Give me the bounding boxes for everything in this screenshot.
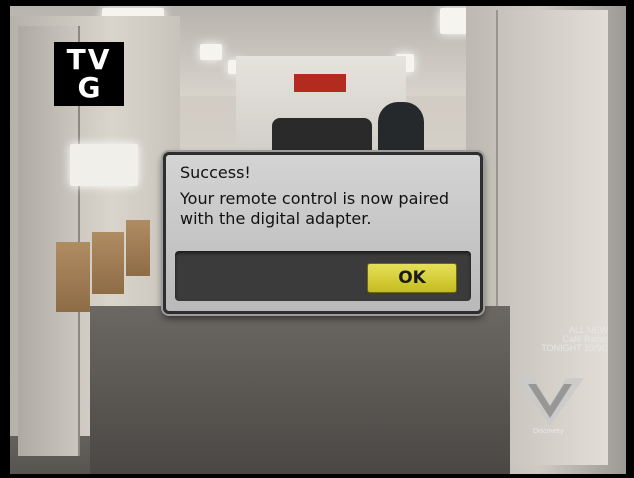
wall-panel [56, 242, 90, 312]
wall-light [70, 144, 138, 186]
promo-text: ALL NEW Café Racer TONIGHT 10/9C [541, 326, 608, 353]
velocity-v-icon [516, 378, 584, 426]
promo-line3: TONIGHT 10/9C [541, 343, 608, 353]
dialog-title: Success! [180, 163, 251, 182]
rating-line1: TV [66, 43, 112, 76]
pairing-success-dialog: Success! Your remote control is now pair… [163, 152, 483, 314]
promo-network: Discovery [533, 428, 564, 435]
rating-line2: G [77, 71, 101, 104]
wall-panel [92, 232, 124, 294]
tv-rating-badge: TV G [54, 42, 124, 106]
dialog-message: Your remote control is now paired with t… [180, 189, 450, 228]
background-sign [294, 74, 346, 92]
wall-panel [126, 220, 150, 276]
ceiling-light [200, 44, 222, 60]
dialog-button-bar: OK [175, 251, 471, 301]
background-floor [90, 306, 510, 474]
ok-button[interactable]: OK [367, 263, 457, 293]
